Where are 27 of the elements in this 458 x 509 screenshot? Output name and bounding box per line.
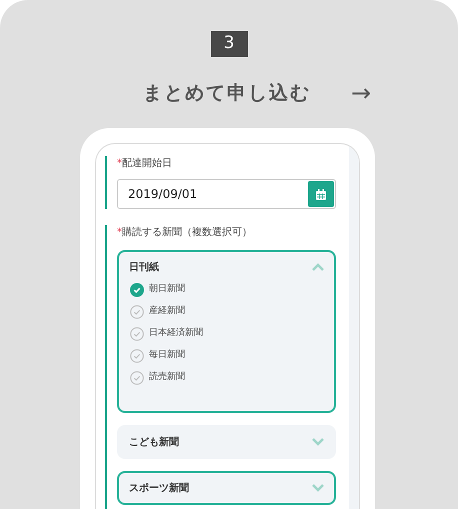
date-field[interactable]: 2019/09/01 bbox=[117, 179, 336, 209]
accordion-panel[interactable]: 日刊紙 朝日新聞 産経新聞 日本経済新聞 毎日新聞 読売新聞 bbox=[117, 250, 336, 413]
accordion-panel[interactable]: スポーツ新聞 bbox=[117, 471, 336, 505]
option-label[interactable]: 産経新聞 bbox=[149, 305, 185, 319]
unchecked-circle-icon[interactable] bbox=[130, 305, 144, 319]
option-label[interactable]: 毎日新聞 bbox=[149, 349, 185, 363]
option-label[interactable]: 日本経済新聞 bbox=[149, 327, 203, 341]
option-label[interactable]: 読売新聞 bbox=[149, 371, 185, 385]
accordion-panel[interactable]: こども新聞 bbox=[117, 425, 336, 459]
accordion-title: こども新聞 bbox=[129, 435, 179, 450]
calendar-icon bbox=[316, 188, 326, 200]
step-number: 3 bbox=[210, 31, 248, 56]
unchecked-circle-icon[interactable] bbox=[130, 371, 144, 385]
accordion-title: スポーツ新聞 bbox=[129, 481, 189, 496]
chevron-down-icon bbox=[312, 484, 324, 492]
checked-circle-icon[interactable] bbox=[130, 283, 144, 297]
unchecked-circle-icon[interactable] bbox=[130, 349, 144, 363]
accordion-title: 日刊紙 bbox=[129, 260, 159, 274]
chevron-up-icon bbox=[312, 263, 324, 271]
option-label[interactable]: 朝日新聞 bbox=[149, 283, 185, 297]
field-label: *配達開始日 bbox=[117, 156, 173, 171]
field-label: *購読する新聞（複数選択可） bbox=[117, 226, 253, 240]
calendar-button[interactable] bbox=[308, 181, 334, 207]
step-title: まとめて申し込む bbox=[143, 80, 311, 106]
unchecked-circle-icon[interactable] bbox=[130, 327, 144, 341]
chevron-down-icon bbox=[312, 438, 324, 446]
arrow-icon: → bbox=[351, 80, 372, 105]
